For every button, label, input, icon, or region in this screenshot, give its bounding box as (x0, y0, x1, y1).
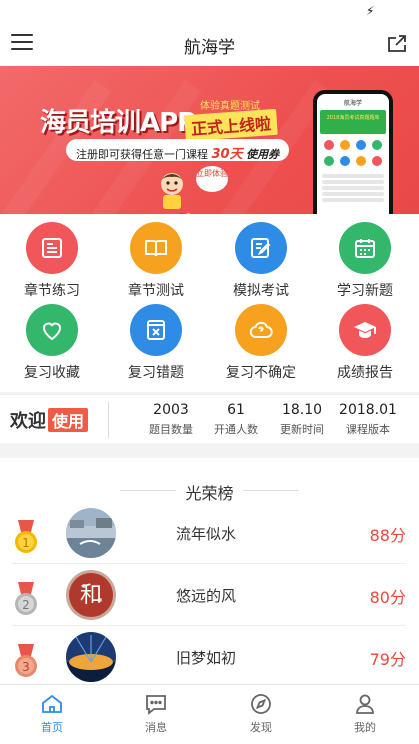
user-score: 79分 (369, 650, 406, 669)
chapter-practice-button[interactable]: 章节练习 (0, 222, 104, 300)
svg-text:和: 和 (80, 583, 102, 608)
user-name: 旧梦如初 (176, 649, 237, 667)
banner-ribbon: 正式上线啦 (184, 108, 278, 142)
chapter-test-button[interactable]: 章节测试 (104, 222, 208, 300)
ranking-row[interactable]: 2 和 悠远的风 80分 (12, 564, 406, 626)
stat-course-version: 2018.01 课程版本 (339, 402, 397, 436)
promo-banner[interactable]: 体验真题测试 海员培训APP 正式上线啦 注册即可获得任意一门课程 30天 使用… (0, 66, 419, 214)
try-now-bubble[interactable]: 立即体验 (196, 166, 228, 192)
honor-title: 光荣榜 (185, 484, 234, 503)
phone-mockup: 航海学 2018海员考试真题题库 (313, 90, 393, 214)
home-icon (42, 694, 62, 713)
stat-update-time: 18.10 更新时间 (280, 402, 324, 436)
ranking-row[interactable]: 3 旧梦如初 79分 (12, 626, 406, 688)
profile-icon (356, 694, 374, 714)
tab-messages[interactable]: 消息 (104, 692, 208, 735)
share-icon[interactable] (385, 32, 409, 56)
status-bar: ⚡ (0, 0, 419, 24)
mock-exam-button[interactable]: 模拟考试 (209, 222, 313, 300)
bronze-medal-icon: 3 (15, 644, 37, 677)
lightning-bolt-icon: ⚡ (366, 4, 375, 18)
user-name: 悠远的风 (176, 587, 237, 605)
divider (243, 490, 299, 491)
course-stats: 欢迎 使用 2003 题目数量 61 开通人数 18.10 更新时间 2018.01 课程… (0, 394, 419, 443)
carousel-dots (178, 203, 192, 214)
discover-icon (251, 694, 271, 714)
svg-text:2: 2 (22, 598, 30, 612)
avatar (66, 632, 116, 682)
gold-medal-icon: 1 (15, 520, 37, 553)
tab-profile[interactable]: 我的 (313, 692, 417, 735)
review-favorites-button[interactable]: 复习收藏 (0, 304, 104, 382)
tab-home[interactable]: 首页 (0, 692, 104, 735)
stat-user-count: 61 开通人数 (214, 402, 258, 436)
honor-board: 光荣榜 1 流年似水 88分 2 和 悠远的风 80分 3 旧梦如初 79分 (0, 458, 419, 684)
user-name: 流年似水 (176, 525, 237, 543)
banner-subtitle: 注册即可获得任意一门课程 30天 使用券 (66, 139, 290, 162)
review-wrong-button[interactable]: 复习错题 (104, 304, 208, 382)
phone-title: 航海学 (343, 100, 362, 107)
question-cloud-icon (235, 304, 287, 356)
banner-headline: 海员培训APP (40, 108, 196, 138)
feature-grid: 章节练习 章节测试 模拟考试 学习新题 复习收藏 复习错题 复习不确定 成绩报告 (0, 214, 419, 392)
edit-icon (235, 222, 287, 274)
heart-icon (26, 304, 78, 356)
graduation-cap-icon (339, 304, 391, 356)
message-icon (146, 695, 166, 715)
svg-text:1: 1 (22, 536, 30, 550)
wrong-book-icon (130, 304, 182, 356)
book-icon (130, 222, 182, 274)
ranking-row[interactable]: 1 流年似水 88分 (12, 502, 406, 564)
calendar-icon (339, 222, 391, 274)
svg-text:3: 3 (22, 660, 30, 674)
chapter-practice-icon (26, 222, 78, 274)
top-nav: 航海学 (0, 24, 419, 66)
bottom-tab-bar: 首页 消息 发现 我的 (0, 684, 419, 744)
phone-banner: 2018海员考试真题题库 (320, 110, 386, 134)
user-score: 88分 (369, 526, 406, 545)
tab-discover[interactable]: 发现 (209, 692, 313, 735)
avatar: 和 (66, 570, 116, 620)
page-title: 航海学 (184, 38, 235, 58)
review-uncertain-button[interactable]: 复习不确定 (209, 304, 313, 382)
learn-new-button[interactable]: 学习新题 (313, 222, 417, 300)
avatar (66, 508, 116, 558)
user-score: 80分 (369, 588, 406, 607)
welcome-label: 欢迎 使用 (10, 407, 89, 433)
score-report-button[interactable]: 成绩报告 (313, 304, 417, 382)
divider (108, 402, 109, 438)
silver-medal-icon: 2 (15, 582, 37, 615)
